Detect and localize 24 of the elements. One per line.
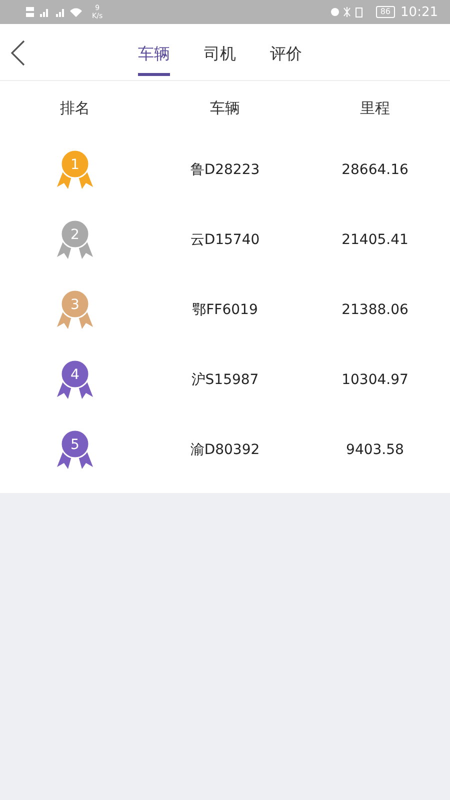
rank-number: 2 [70,227,80,243]
mileage-value: 10304.97 [342,372,408,388]
mileage-value: 28664.16 [342,162,408,178]
clock-time: 10:21 [400,4,438,20]
tab[interactable]: 司机 [204,36,236,76]
tab[interactable]: 评价 [270,36,302,76]
vehicle-plate: 鄂FF6019 [192,301,258,319]
mileage-value: 21388.06 [342,302,408,318]
tab[interactable]: 车辆 [138,36,170,76]
vehicle-plate: 云D15740 [190,231,260,249]
rank-number: 1 [70,157,80,173]
rank-number: 4 [70,367,80,383]
battery-level: 86 [376,6,395,18]
back-icon[interactable] [10,40,26,66]
column-header: 里程 [360,98,390,118]
mileage-value: 21405.41 [342,232,408,248]
vehicle-plate: 鲁D28223 [190,161,260,179]
rank-number: 3 [70,297,80,313]
column-header: 排名 [60,98,90,118]
vehicle-plate: 渝D80392 [190,441,260,459]
vehicle-plate: 沪S15987 [191,371,259,389]
column-header: 车辆 [210,98,240,118]
mileage-value: 9403.58 [346,442,404,458]
rank-number: 5 [70,437,80,453]
